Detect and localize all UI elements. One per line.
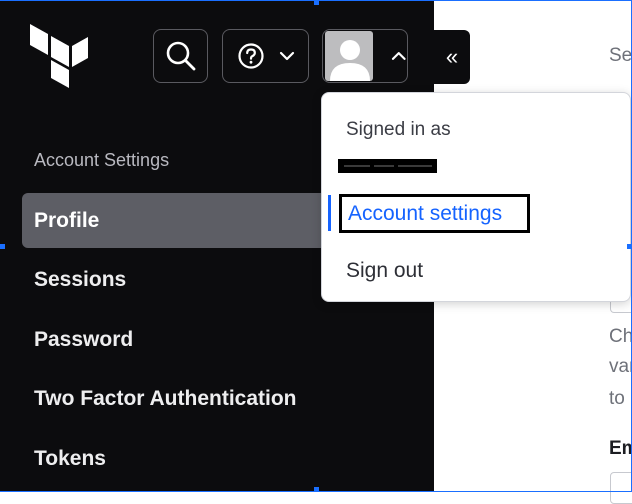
chevron-up-icon xyxy=(392,52,407,60)
search-button[interactable] xyxy=(153,29,208,83)
selection-handle[interactable] xyxy=(314,487,319,492)
collapse-sidebar-button[interactable]: « xyxy=(434,30,470,84)
terraform-logo[interactable] xyxy=(30,24,88,88)
signed-in-label: Signed in as xyxy=(346,119,451,140)
double-chevron-left-icon: « xyxy=(445,44,459,69)
avatar xyxy=(325,31,374,81)
chevron-down-icon xyxy=(279,51,294,61)
selection-handle[interactable] xyxy=(314,0,319,5)
sidebar-section-title: Account Settings xyxy=(34,150,170,170)
account-settings-link[interactable]: Account settings xyxy=(339,194,530,233)
selection-handle[interactable] xyxy=(627,244,632,249)
email-field-partial[interactable] xyxy=(610,472,632,504)
help-icon xyxy=(237,43,264,69)
help-text-line: Ch xyxy=(609,326,632,347)
help-text-line: var xyxy=(609,356,632,377)
user-menu-button[interactable] xyxy=(322,29,408,83)
field-label-partial: Em xyxy=(609,438,632,459)
menu-active-indicator xyxy=(328,195,331,231)
sign-out-button[interactable]: Sign out xyxy=(346,259,423,283)
sidebar-item-two-factor-authentication[interactable]: Two Factor Authentication xyxy=(22,371,434,426)
help-menu-button[interactable] xyxy=(222,29,309,83)
search-icon xyxy=(166,41,195,71)
sidebar-item-tokens[interactable]: Tokens xyxy=(22,431,434,486)
redacted-username xyxy=(338,159,437,173)
user-dropdown-menu: Signed in as Account settings Sign out xyxy=(321,92,631,302)
help-text-line: to xyxy=(609,388,625,409)
sidebar-item-password[interactable]: Password xyxy=(22,312,434,367)
selection-handle[interactable] xyxy=(0,244,5,249)
user-icon xyxy=(330,40,370,81)
page-heading-partial: Set xyxy=(609,45,632,66)
